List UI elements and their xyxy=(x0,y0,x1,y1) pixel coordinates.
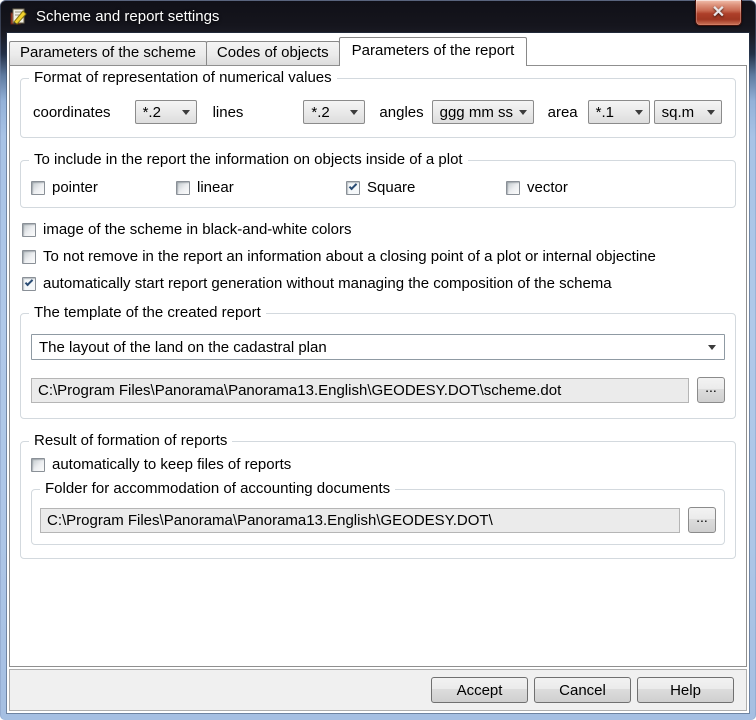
folder-group: Folder for accommodation of accounting d… xyxy=(31,480,725,545)
button-bar: Accept Cancel Help xyxy=(9,669,747,711)
format-row: coordinates *.2 lines *.2 angles ggg mm … xyxy=(33,100,725,124)
include-objects-group: To include in the report the information… xyxy=(20,151,736,208)
checkbox-auto-start-report-label: automatically start report generation wi… xyxy=(43,275,612,292)
area-unit-select[interactable]: sq.m xyxy=(653,100,722,124)
titlebar[interactable]: Scheme and report settings ✕ xyxy=(0,0,756,33)
include-checkbox-row: pointer linear Square vector xyxy=(31,179,725,196)
checkbox-box[interactable] xyxy=(346,180,360,195)
result-group: Result of formation of reports automatic… xyxy=(20,432,736,559)
dialog-client: Parameters of the scheme Codes of object… xyxy=(7,33,749,713)
template-path-field[interactable]: C:\Program Files\Panorama\Panorama13.Eng… xyxy=(31,377,689,403)
area-format-select[interactable]: *.1 xyxy=(587,100,650,124)
close-button[interactable]: ✕ xyxy=(695,0,742,26)
template-select[interactable]: The layout of the land on the cadastral … xyxy=(31,334,725,360)
checkbox-black-and-white-label: image of the scheme in black-and-white c… xyxy=(43,221,352,238)
angles-label: angles xyxy=(379,103,424,121)
folder-browse-button[interactable]: ... xyxy=(688,507,716,533)
checkbox-box[interactable] xyxy=(31,457,45,472)
angles-format-select[interactable]: ggg mm ss xyxy=(431,100,534,124)
chevron-down-icon xyxy=(181,110,190,115)
checkbox-square[interactable]: Square xyxy=(346,179,506,196)
close-icon: ✕ xyxy=(711,3,726,21)
checkbox-box[interactable] xyxy=(22,276,36,291)
include-objects-group-title: To include in the report the information… xyxy=(29,151,468,168)
coordinates-format-select[interactable]: *.2 xyxy=(134,100,197,124)
checkbox-not-remove-closing-point[interactable]: To not remove in the report an informati… xyxy=(22,247,736,266)
checkbox-square-label: Square xyxy=(367,179,416,196)
options-list: image of the scheme in black-and-white c… xyxy=(20,220,736,293)
area-format-value: *.1 xyxy=(595,103,615,121)
coordinates-format-value: *.2 xyxy=(142,103,161,121)
accept-button[interactable]: Accept xyxy=(431,677,528,703)
chevron-down-icon xyxy=(350,110,359,115)
chevron-down-icon xyxy=(634,110,643,115)
checkbox-box[interactable] xyxy=(22,249,36,264)
tab-parameters-of-the-report[interactable]: Parameters of the report xyxy=(338,37,528,66)
dialog-window: Scheme and report settings ✕ Parameters … xyxy=(0,0,756,720)
format-group: Format of representation of numerical va… xyxy=(20,69,736,138)
checkbox-linear[interactable]: linear xyxy=(176,179,346,196)
lines-format-select[interactable]: *.2 xyxy=(303,100,366,124)
checkbox-vector[interactable]: vector xyxy=(506,179,568,196)
checkbox-box[interactable] xyxy=(22,222,36,237)
checkbox-not-remove-closing-point-label: To not remove in the report an informati… xyxy=(43,248,656,265)
template-select-value: The layout of the land on the cadastral … xyxy=(39,338,327,356)
checkbox-keep-files[interactable]: automatically to keep files of reports xyxy=(31,456,725,473)
format-group-title: Format of representation of numerical va… xyxy=(29,69,337,86)
template-path-row: C:\Program Files\Panorama\Panorama13.Eng… xyxy=(31,377,725,403)
checkbox-black-and-white[interactable]: image of the scheme in black-and-white c… xyxy=(22,220,736,239)
checkbox-box[interactable] xyxy=(31,180,45,195)
lines-format-value: *.2 xyxy=(311,103,330,121)
lines-label: lines xyxy=(212,103,244,121)
tab-strip: Parameters of the scheme Codes of object… xyxy=(7,33,749,66)
folder-group-title: Folder for accommodation of accounting d… xyxy=(40,480,396,497)
tab-parameters-of-the-scheme[interactable]: Parameters of the scheme xyxy=(9,41,207,65)
checkbox-keep-files-label: automatically to keep files of reports xyxy=(52,456,292,473)
check-icon xyxy=(348,181,358,190)
cancel-button[interactable]: Cancel xyxy=(534,677,631,703)
chevron-down-icon xyxy=(708,345,716,350)
help-button[interactable]: Help xyxy=(637,677,734,703)
checkbox-box[interactable] xyxy=(176,180,190,195)
folder-path-field[interactable]: C:\Program Files\Panorama\Panorama13.Eng… xyxy=(40,507,680,533)
checkbox-auto-start-report[interactable]: automatically start report generation wi… xyxy=(22,274,736,293)
template-group-title: The template of the created report xyxy=(29,304,266,321)
checkbox-pointer-label: pointer xyxy=(52,179,98,196)
result-group-title: Result of formation of reports xyxy=(29,432,233,449)
template-group: The template of the created report The l… xyxy=(20,304,736,419)
check-icon xyxy=(24,277,34,286)
chevron-down-icon xyxy=(518,110,527,115)
checkbox-linear-label: linear xyxy=(197,179,234,196)
app-icon xyxy=(10,7,29,26)
window-title: Scheme and report settings xyxy=(36,8,220,25)
checkbox-pointer[interactable]: pointer xyxy=(31,179,176,196)
folder-path-row: C:\Program Files\Panorama\Panorama13.Eng… xyxy=(40,507,716,533)
tab-codes-of-objects[interactable]: Codes of objects xyxy=(205,41,340,65)
template-browse-button[interactable]: ... xyxy=(697,377,725,403)
checkbox-box[interactable] xyxy=(506,180,520,195)
angles-format-value: ggg mm ss xyxy=(439,103,513,121)
checkbox-vector-label: vector xyxy=(527,179,568,196)
chevron-down-icon xyxy=(706,110,715,115)
coordinates-label: coordinates xyxy=(33,103,111,121)
area-label: area xyxy=(547,103,578,121)
tab-page: Format of representation of numerical va… xyxy=(9,65,747,667)
area-unit-value: sq.m xyxy=(661,103,695,121)
